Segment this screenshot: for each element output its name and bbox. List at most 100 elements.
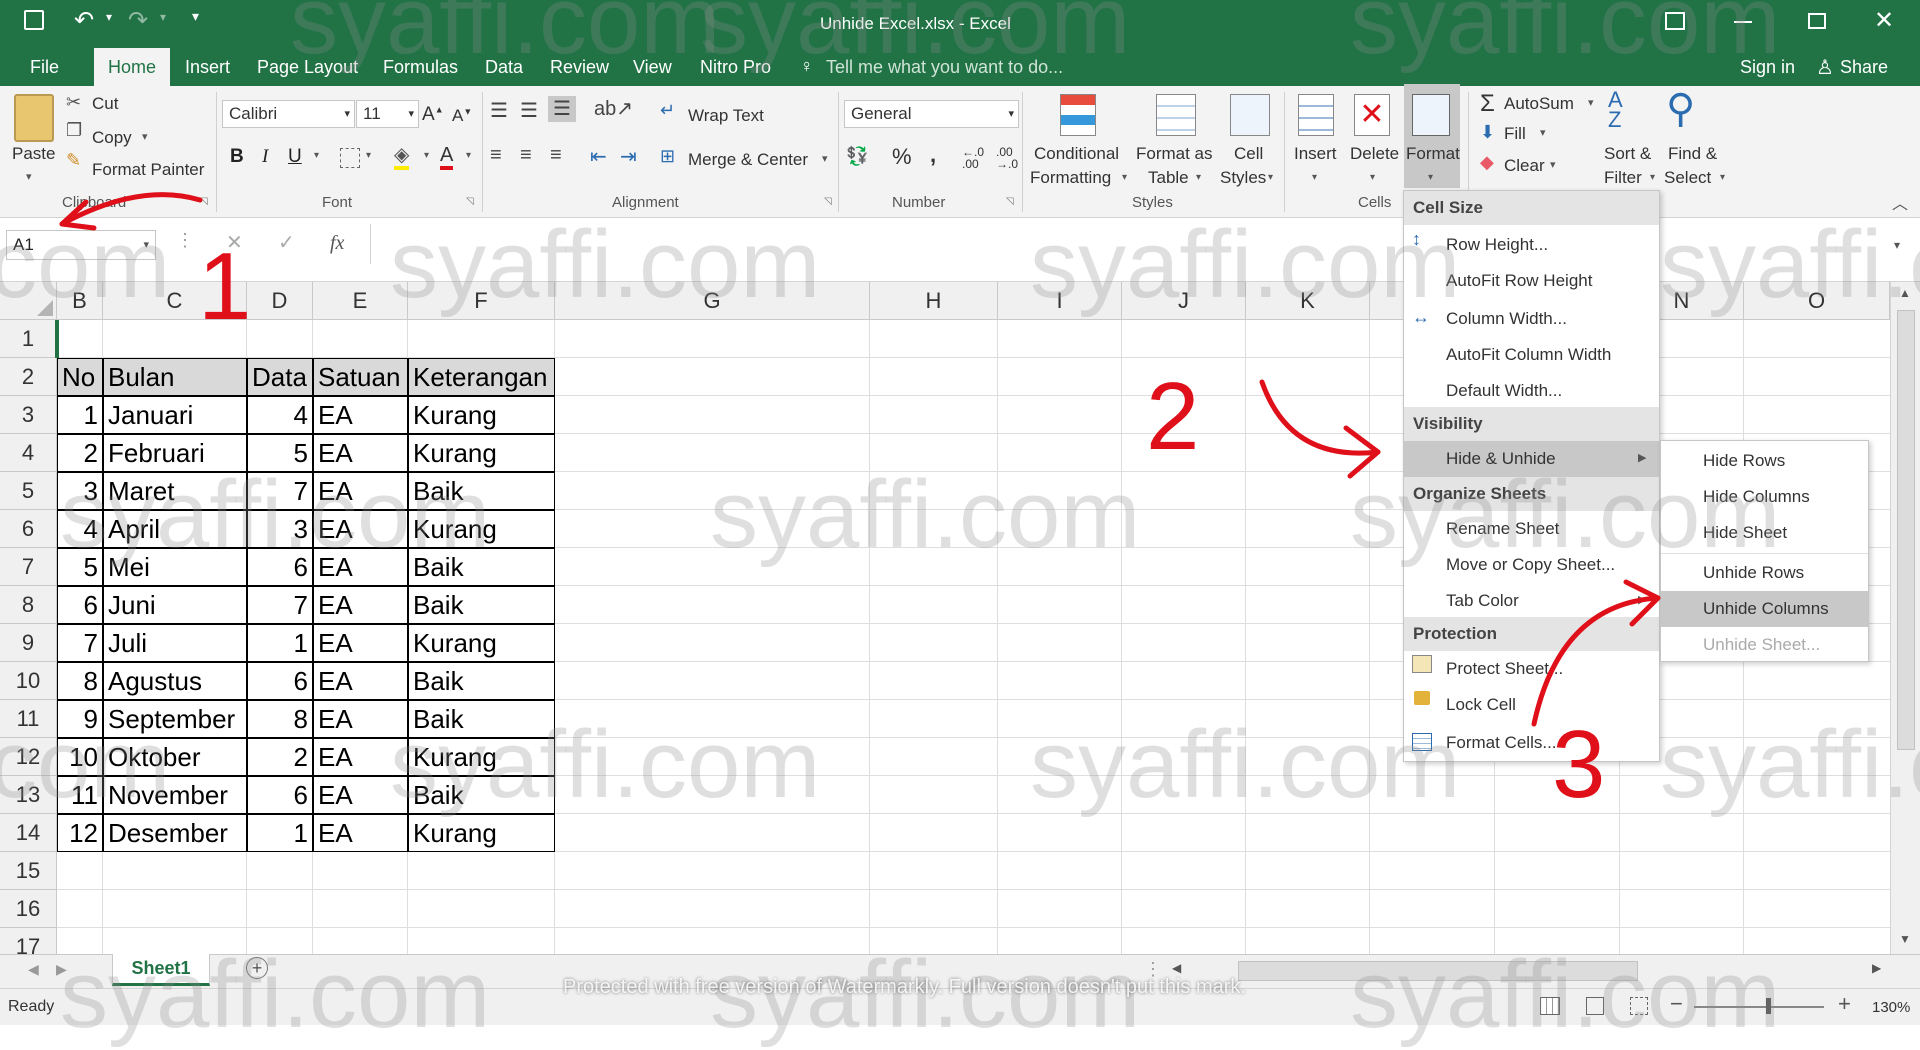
scroll-left-icon[interactable]: ◀ [1172, 961, 1181, 975]
select-all-corner[interactable] [0, 282, 57, 320]
conditional-formatting-button[interactable]: Conditional [1034, 144, 1119, 164]
fill-button[interactable]: Fill [1504, 124, 1526, 144]
merge-dropdown-icon[interactable]: ▾ [822, 152, 828, 165]
row-header[interactable]: 7 [0, 548, 57, 586]
conditional-dropdown-icon[interactable]: ▾ [1122, 172, 1127, 183]
row-header[interactable]: 8 [0, 586, 57, 624]
row-header[interactable]: 10 [0, 662, 57, 700]
table-cell[interactable]: Baik [408, 472, 555, 510]
find-dropdown-icon[interactable]: ▾ [1720, 172, 1725, 183]
column-header[interactable]: K [1246, 282, 1370, 320]
column-header[interactable]: O [1744, 282, 1890, 320]
row-header[interactable]: 15 [0, 852, 57, 890]
table-cell[interactable]: Baik [408, 700, 555, 738]
table-cell[interactable]: Baik [408, 662, 555, 700]
align-center-icon[interactable]: ≡ [520, 144, 532, 167]
tab-review[interactable]: Review [540, 48, 619, 86]
scroll-up-icon[interactable]: ▲ [1899, 286, 1911, 300]
format-as-table-dropdown-icon[interactable]: ▾ [1196, 172, 1201, 183]
merge-center-button[interactable]: Merge & Center [688, 150, 808, 170]
row-header[interactable]: 17 [0, 928, 57, 954]
row-header[interactable]: 6 [0, 510, 57, 548]
table-cell[interactable]: EA [313, 700, 408, 738]
copy-dropdown-icon[interactable]: ▾ [142, 130, 148, 143]
fill-dropdown-icon[interactable]: ▾ [1540, 126, 1546, 139]
restore-icon[interactable] [1808, 13, 1826, 29]
horizontal-scrollbar[interactable]: ◀ ▶ [1168, 959, 1888, 983]
table-cell[interactable]: Baik [408, 586, 555, 624]
table-cell[interactable]: EA [313, 776, 408, 814]
tab-data[interactable]: Data [475, 48, 533, 86]
tab-formulas[interactable]: Formulas [373, 48, 468, 86]
scroll-right-icon[interactable]: ▶ [1872, 961, 1881, 975]
share-button[interactable]: Share [1840, 48, 1898, 86]
menu-item-rename-sheet[interactable]: Rename Sheet [1404, 511, 1659, 547]
table-cell[interactable]: EA [313, 624, 408, 662]
row-header[interactable]: 14 [0, 814, 57, 852]
column-header[interactable]: E [313, 282, 408, 320]
number-format-select[interactable]: General ▾ [844, 100, 1019, 128]
table-header-cell[interactable]: Keterangan [408, 358, 555, 396]
align-top-icon[interactable]: ☰ [490, 98, 508, 123]
sort-dropdown-icon[interactable]: ▾ [1650, 172, 1655, 183]
format-cells-button[interactable]: Format [1406, 144, 1460, 164]
table-cell[interactable]: EA [313, 548, 408, 586]
table-cell[interactable]: 4 [247, 396, 313, 434]
format-as-table-button[interactable]: Format as [1136, 144, 1213, 164]
zoom-slider[interactable] [1694, 1006, 1824, 1008]
accounting-format-icon[interactable]: 💱 [846, 146, 868, 167]
table-cell[interactable]: 4 [57, 510, 103, 548]
comma-style-icon[interactable]: , [930, 142, 936, 168]
column-header[interactable]: G [555, 282, 870, 320]
decrease-indent-icon[interactable]: ⇤ [590, 144, 607, 169]
tab-file[interactable]: File [20, 48, 69, 86]
table-cell[interactable]: Kurang [408, 510, 555, 548]
insert-function-icon[interactable]: fx [330, 232, 344, 255]
table-cell[interactable]: 6 [247, 548, 313, 586]
table-cell[interactable]: 3 [57, 472, 103, 510]
scroll-thumb[interactable] [1897, 310, 1915, 750]
italic-icon[interactable]: I [262, 146, 268, 168]
alignment-launcher-icon[interactable]: ◹ [824, 196, 832, 207]
collapse-ribbon-icon[interactable]: ︿ [1892, 190, 1908, 214]
menu-item-autofit-row[interactable]: AutoFit Row Height [1404, 263, 1659, 299]
table-cell[interactable]: September [103, 700, 247, 738]
zoom-level[interactable]: 130% [1872, 999, 1910, 1016]
table-cell[interactable]: 2 [247, 738, 313, 776]
fill-color-dropdown-icon[interactable]: ▾ [424, 150, 429, 161]
submenu-item-hide-sheet[interactable]: Hide Sheet [1661, 515, 1868, 551]
paste-icon[interactable] [14, 94, 54, 142]
undo-icon[interactable]: ↶ [74, 6, 94, 35]
tell-me-search[interactable]: Tell me what you want to do... [816, 48, 1073, 86]
close-icon[interactable]: ✕ [1874, 6, 1894, 35]
copy-button[interactable]: Copy [92, 128, 132, 148]
align-right-icon[interactable]: ≡ [550, 144, 562, 167]
normal-view-icon[interactable] [1540, 997, 1560, 1015]
table-header-cell[interactable]: Bulan [103, 358, 247, 396]
table-cell[interactable]: April [103, 510, 247, 548]
cut-button[interactable]: Cut [92, 94, 118, 114]
zoom-in-icon[interactable]: + [1838, 991, 1851, 1017]
table-cell[interactable]: 10 [57, 738, 103, 776]
font-color-dropdown-icon[interactable]: ▾ [466, 150, 471, 161]
vertical-scrollbar[interactable]: ▲ ▼ [1890, 282, 1920, 954]
table-cell[interactable]: 6 [57, 586, 103, 624]
tab-nitro-pro[interactable]: Nitro Pro [690, 48, 781, 86]
underline-dropdown-icon[interactable]: ▾ [314, 150, 319, 161]
undo-dropdown-icon[interactable]: ▾ [106, 10, 112, 24]
table-cell[interactable]: Kurang [408, 396, 555, 434]
align-bottom-icon[interactable]: ☰ [548, 96, 576, 122]
font-name-select[interactable]: Calibri ▾ [222, 100, 355, 128]
new-sheet-icon[interactable]: + [246, 957, 268, 979]
row-header[interactable]: 3 [0, 396, 57, 434]
table-cell[interactable]: Mei [103, 548, 247, 586]
submenu-item-unhide-columns[interactable]: Unhide Columns [1661, 591, 1868, 627]
percent-icon[interactable]: % [892, 144, 912, 170]
format-painter-button[interactable]: Format Painter [92, 160, 204, 180]
table-cell[interactable]: November [103, 776, 247, 814]
increase-decimal-icon[interactable]: ←.0.00 [962, 146, 984, 170]
table-cell[interactable]: 7 [247, 472, 313, 510]
borders-dropdown-icon[interactable]: ▾ [366, 150, 371, 161]
table-cell[interactable]: 6 [247, 776, 313, 814]
row-header[interactable]: 16 [0, 890, 57, 928]
